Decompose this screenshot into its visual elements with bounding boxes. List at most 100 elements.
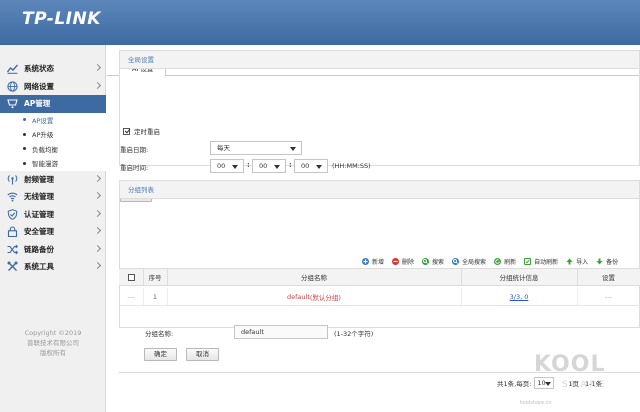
minute-select[interactable]: 00 bbox=[252, 159, 286, 173]
watermark-bottom: SHARE bbox=[562, 380, 608, 390]
time-format-hint: (HH:MM:SS) bbox=[332, 162, 371, 170]
chevron-right-icon bbox=[93, 191, 102, 200]
tools-icon bbox=[7, 261, 18, 272]
cancel-button[interactable]: 取消 bbox=[186, 348, 219, 361]
bullet-icon bbox=[23, 161, 26, 165]
select-value: 00 bbox=[217, 162, 226, 170]
toolbar-label: 删除 bbox=[402, 258, 415, 266]
backup-button[interactable]: 备份 bbox=[596, 257, 618, 266]
scheduled-reboot-row: 定时重启 bbox=[123, 126, 160, 136]
group-toolbar: 新增 删除 搜索 全局搜索 刷新 自动刷新 导入 备份 bbox=[362, 255, 626, 267]
row-group-name: default (默认分组) bbox=[167, 288, 461, 305]
subitem-label: 智能漫游 bbox=[32, 160, 58, 169]
copyright-line: Copyright ©2019 bbox=[24, 329, 82, 337]
chevron-right-icon bbox=[93, 81, 102, 89]
add-button[interactable]: 新增 bbox=[362, 257, 384, 266]
subitem-label: AP设置 bbox=[32, 116, 54, 125]
chevron-right-icon bbox=[93, 226, 102, 235]
delete-button[interactable]: 删除 bbox=[392, 257, 414, 266]
confirm-button[interactable]: 确定 bbox=[144, 348, 177, 361]
sidebar-item-network[interactable]: 网络设置 bbox=[0, 78, 106, 96]
time-separator: : bbox=[247, 161, 250, 169]
radio-tower-icon bbox=[7, 174, 18, 185]
sidebar-item-label: 无线管理 bbox=[24, 192, 54, 202]
bullet-icon bbox=[23, 147, 26, 151]
sidebar-item-label: 链路备份 bbox=[24, 244, 54, 254]
select-value: 每天 bbox=[217, 144, 230, 152]
sidebar-item-label: 认证管理 bbox=[24, 209, 54, 219]
time-separator: : bbox=[289, 161, 292, 169]
sidebar-subitem-ap-settings[interactable]: AP设置 bbox=[0, 113, 106, 128]
backup-icon bbox=[596, 258, 603, 265]
second-select[interactable]: 00 bbox=[294, 159, 328, 173]
table-row[interactable]: --- 1 default (默认分组) 3/3, 0 --- bbox=[119, 288, 640, 306]
dropdown-caret-icon bbox=[316, 164, 322, 169]
koolshare-watermark: KOOL SHARE koolshare.cn bbox=[520, 350, 638, 410]
sidebar-item-system-status[interactable]: 系统状态 bbox=[0, 60, 106, 78]
wifi-icon bbox=[7, 191, 18, 202]
row-select-cell: --- bbox=[127, 292, 135, 301]
stats-link[interactable]: 3/3, 0 bbox=[510, 293, 529, 301]
delete-icon bbox=[392, 257, 400, 265]
panel-title: 分组列表 bbox=[120, 181, 639, 199]
global-search-icon bbox=[452, 257, 460, 265]
col-header-stats: 分组统计信息 bbox=[499, 274, 539, 282]
shuffle-icon bbox=[7, 244, 18, 255]
sidebar-item-auth[interactable]: 认证管理 bbox=[0, 206, 106, 224]
group-name-input[interactable]: default bbox=[234, 325, 328, 339]
ap-icon bbox=[7, 98, 18, 109]
hour-select[interactable]: 00 bbox=[210, 159, 244, 173]
sidebar-subitem-load-balance[interactable]: 负载均衡 bbox=[0, 142, 106, 157]
toolbar-label: 备份 bbox=[606, 258, 619, 266]
checkbox-label: 定时重启 bbox=[134, 128, 160, 136]
subitem-label: AP升级 bbox=[32, 131, 54, 140]
select-all-checkbox[interactable] bbox=[127, 273, 135, 281]
sidebar-subitem-roaming[interactable]: 智能漫游 bbox=[0, 156, 106, 171]
sidebar: 系统状态 网络设置 AP管理 AP设置 AP升级 负载均衡 智能漫游 射频管理 … bbox=[0, 45, 106, 412]
sidebar-item-link-backup[interactable]: 链路备份 bbox=[0, 241, 106, 259]
scheduled-reboot-checkbox[interactable] bbox=[123, 127, 130, 135]
sidebar-item-label: AP管理 bbox=[24, 99, 51, 109]
chevron-right-icon bbox=[93, 261, 102, 270]
watermark-top: KOOL bbox=[534, 352, 606, 377]
reboot-time-label: 重启时间: bbox=[120, 164, 149, 172]
row-settings: --- bbox=[604, 292, 613, 301]
select-value: 00 bbox=[259, 162, 268, 170]
rights-line: 版权所有 bbox=[40, 349, 66, 357]
dropdown-caret-icon bbox=[232, 164, 238, 169]
auto-refresh-button[interactable]: 自动刷新 bbox=[524, 257, 558, 266]
toolbar-label: 新增 bbox=[372, 258, 385, 266]
dropdown-caret-icon bbox=[290, 146, 296, 151]
sidebar-subitem-ap-upgrade[interactable]: AP升级 bbox=[0, 127, 106, 142]
toolbar-label: 全局搜索 bbox=[462, 258, 487, 266]
import-button[interactable]: 导入 bbox=[566, 257, 588, 266]
toolbar-label: 自动刷新 bbox=[534, 258, 559, 266]
group-name-note: (默认分组) bbox=[309, 293, 341, 302]
refresh-button[interactable]: 刷新 bbox=[494, 257, 516, 266]
sidebar-item-rf[interactable]: 射频管理 bbox=[0, 171, 106, 189]
sidebar-menu: 系统状态 网络设置 AP管理 AP设置 AP升级 负载均衡 智能漫游 射频管理 … bbox=[0, 60, 106, 276]
chevron-right-icon bbox=[93, 174, 102, 182]
top-header: TP-LINK bbox=[0, 0, 640, 45]
toolbar-label: 搜索 bbox=[432, 258, 445, 266]
sidebar-item-security[interactable]: 安全管理 bbox=[0, 223, 106, 241]
row-group-stats: 3/3, 0 bbox=[461, 288, 577, 305]
tplink-logo: TP-LINK bbox=[22, 9, 101, 29]
sidebar-item-wireless[interactable]: 无线管理 bbox=[0, 188, 106, 206]
globe-icon bbox=[7, 81, 18, 92]
panel-title: 全局设置 bbox=[120, 51, 639, 69]
sidebar-item-ap-management[interactable]: AP管理 bbox=[0, 95, 106, 113]
sidebar-item-label: 网络设置 bbox=[24, 81, 54, 91]
global-search-button[interactable]: 全局搜索 bbox=[452, 257, 486, 266]
select-all-cell bbox=[119, 269, 143, 285]
sidebar-item-system-tools[interactable]: 系统工具 bbox=[0, 258, 106, 276]
search-icon bbox=[422, 257, 430, 265]
company-line: 普联技术有限公司 bbox=[27, 339, 79, 347]
chevron-right-icon bbox=[93, 244, 102, 252]
toolbar-label: 刷新 bbox=[504, 258, 517, 266]
search-button[interactable]: 搜索 bbox=[422, 257, 444, 266]
group-name-text: default bbox=[287, 292, 310, 301]
refresh-icon bbox=[494, 257, 502, 265]
sidebar-item-label: 系统工具 bbox=[24, 262, 54, 272]
reboot-date-select[interactable]: 每天 bbox=[210, 141, 302, 155]
